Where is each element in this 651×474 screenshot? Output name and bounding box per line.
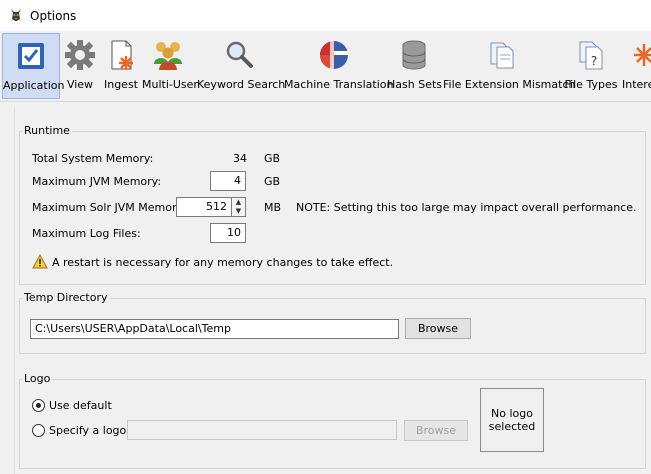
total-memory-value: 34 (233, 152, 247, 165)
tab-label: File Types (564, 78, 618, 91)
tab-label: Ingest (103, 78, 138, 91)
specify-logo-label[interactable]: Specify a logo (49, 424, 126, 437)
logo-preview-text: No logo selected (488, 407, 536, 433)
total-memory-unit: GB (264, 152, 281, 165)
solr-memory-unit: MB (264, 201, 282, 214)
spinner-up-icon[interactable]: ▲ (232, 198, 245, 207)
tab-label: File Extension Mismatch (443, 78, 576, 91)
temp-browse-button[interactable]: Browse (405, 318, 471, 339)
tab-label: Application (3, 79, 65, 92)
tab-application[interactable]: Application (2, 33, 65, 99)
options-toolbar: Application View Ingest Multi-User Keywo… (0, 31, 651, 101)
toolbar-divider (0, 101, 651, 102)
autopsy-dog-icon (11, 9, 21, 21)
jvm-memory-label: Maximum JVM Memory: (32, 175, 162, 188)
log-files-label: Maximum Log Files: (32, 227, 141, 240)
logo-browse-button[interactable]: Browse (404, 420, 468, 441)
temp-directory-group-title: Temp Directory (22, 291, 110, 304)
logo-preview: No logo selected (480, 388, 544, 452)
tab-hash-sets[interactable]: Hash Sets (387, 33, 443, 99)
temp-directory-input[interactable]: C:\Users\USER\AppData\Local\Temp (30, 319, 399, 339)
globe-flags-icon (320, 41, 348, 69)
tab-file-types[interactable]: ? File Types (563, 33, 619, 99)
logo-group-title: Logo (22, 372, 53, 385)
users-group-icon (154, 42, 182, 70)
log-files-input[interactable]: 10 (210, 223, 246, 243)
jvm-memory-input[interactable]: 4 (210, 171, 246, 191)
tab-multi-user[interactable]: Multi-User (142, 33, 198, 99)
logo-path-input[interactable] (127, 420, 397, 440)
tab-machine-translation[interactable]: Machine Translation (284, 33, 394, 99)
spinner-down-icon[interactable]: ▼ (232, 207, 245, 216)
use-default-label[interactable]: Use default (49, 399, 112, 412)
tab-label: Hash Sets (387, 78, 443, 91)
tab-label: Keyword Search (197, 78, 286, 91)
restart-warning-text: A restart is necessary for any memory ch… (52, 256, 394, 269)
file-mismatch-icon (490, 42, 514, 69)
tab-label: Multi-User (142, 78, 198, 91)
solr-memory-spinner[interactable]: ▲ ▼ (232, 197, 246, 217)
tab-interesting-files[interactable]: Intere (620, 33, 651, 99)
use-default-radio[interactable] (32, 399, 45, 412)
solr-memory-note: NOTE: Setting this too large may impact … (296, 201, 637, 214)
tab-file-extension-mismatch[interactable]: File Extension Mismatch (443, 33, 576, 99)
solr-memory-input[interactable]: 512 (176, 197, 232, 217)
tab-view[interactable]: View (62, 33, 98, 99)
database-icon (402, 40, 426, 70)
tab-keyword-search[interactable]: Keyword Search (197, 33, 286, 99)
jvm-memory-unit: GB (264, 175, 281, 188)
solr-memory-label: Maximum Solr JVM Memory: (32, 201, 186, 214)
tab-label: Intere (622, 78, 651, 91)
application-checkbox-icon (18, 43, 44, 69)
title-bar: Options (0, 0, 651, 31)
runtime-group-title: Runtime (22, 124, 72, 137)
svg-text:?: ? (591, 54, 597, 68)
star-icon (634, 44, 651, 66)
magnifier-icon (226, 41, 253, 68)
warning-icon (32, 254, 48, 269)
specify-logo-radio[interactable] (32, 424, 45, 437)
gear-icon (65, 40, 95, 70)
tab-label: View (66, 78, 94, 91)
tab-label: Machine Translation (284, 78, 394, 91)
ingest-document-icon (111, 40, 133, 70)
window-title: Options (30, 9, 77, 23)
tab-ingest[interactable]: Ingest (101, 33, 141, 99)
total-memory-label: Total System Memory: (32, 152, 154, 165)
file-question-icon: ? (579, 41, 603, 70)
